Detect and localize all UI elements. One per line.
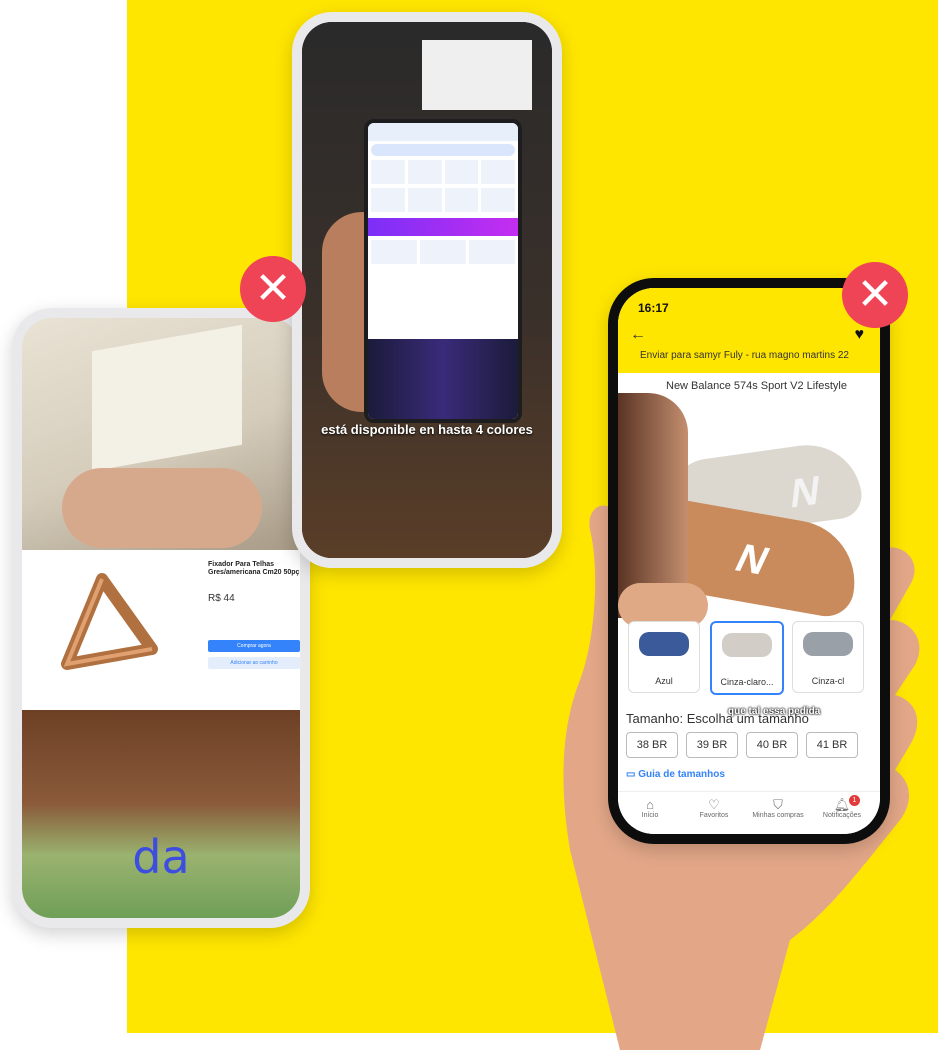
- bag-icon: ⛉: [773, 797, 783, 812]
- bottom-tab-bar: ⌂ Início ♡ Favoritos ⛉ Minhas compras 🔔︎ 1 No…: [618, 791, 880, 834]
- product-image: N N: [618, 393, 880, 628]
- variant-cinza[interactable]: Cinza-cl: [792, 621, 864, 693]
- phone-left-screen: Fixador Para Telhas Gres/americana Cm20 …: [22, 318, 300, 918]
- phone-middle: está disponible en hasta 4 colores: [292, 12, 562, 568]
- inner-phone-store-screen: [364, 119, 522, 423]
- notification-count-badge: 1: [849, 795, 860, 806]
- phone-left: Fixador Para Telhas Gres/americana Cm20 …: [12, 308, 310, 928]
- video-frame-bottom: da: [22, 710, 300, 918]
- tab-notifications[interactable]: 🔔︎ 1 Notificações: [810, 795, 874, 819]
- tab-home[interactable]: ⌂ Início: [618, 797, 682, 820]
- back-arrow-icon[interactable]: ←: [630, 326, 646, 344]
- phone-right: 16:17 ← ♥ Enviar para samyr Fuly - rua m…: [608, 278, 890, 844]
- status-time: 16:17: [638, 301, 669, 315]
- home-icon: ⌂: [646, 797, 654, 812]
- video-caption-middle: está disponible en hasta 4 colores: [321, 422, 533, 437]
- phone-middle-screen: está disponible en hasta 4 colores: [302, 22, 552, 558]
- bell-icon: 🔔︎: [833, 797, 851, 812]
- video-frame-top: [22, 318, 300, 550]
- phone-right-screen: 16:17 ← ♥ Enviar para samyr Fuly - rua m…: [618, 288, 880, 834]
- add-to-cart-button[interactable]: Adicionar ao carrinho: [208, 657, 300, 669]
- white-box: [422, 40, 532, 110]
- heart-outline-icon: ♡: [708, 797, 720, 812]
- size-guide-link[interactable]: ▭ Guia de tamanhos: [626, 769, 725, 780]
- tab-favorites[interactable]: ♡ Favoritos: [682, 797, 746, 820]
- roof-clip-image: [61, 573, 158, 670]
- close-icon: ✕: [842, 262, 908, 328]
- app-header: 16:17 ← ♥ Enviar para samyr Fuly - rua m…: [618, 288, 880, 373]
- tab-purchases[interactable]: ⛉ Minhas compras: [746, 797, 810, 820]
- size-39-button[interactable]: 39 BR: [686, 732, 738, 758]
- variant-cinza-claro[interactable]: Cinza-claro...: [710, 621, 784, 695]
- size-38-button[interactable]: 38 BR: [626, 732, 678, 758]
- close-icon: ✕: [240, 256, 306, 322]
- product-title: New Balance 574s Sport V2 Lifestyle: [666, 380, 847, 392]
- ruler-icon: ▭: [626, 769, 639, 780]
- shipping-address[interactable]: Enviar para samyr Fuly - rua magno marti…: [640, 350, 849, 361]
- size-41-button[interactable]: 41 BR: [806, 732, 858, 758]
- buy-now-button[interactable]: Comprar agora: [208, 640, 300, 652]
- listing-price: R$ 44: [208, 593, 235, 604]
- size-40-button[interactable]: 40 BR: [746, 732, 798, 758]
- heart-icon[interactable]: ♥: [855, 326, 865, 344]
- video-caption-left: da: [132, 830, 190, 884]
- size-options: 38 BR 39 BR 40 BR 41 BR: [626, 732, 880, 758]
- color-variants: Azul Cinza-claro... Cinza-cl: [628, 621, 880, 701]
- variant-azul[interactable]: Azul: [628, 621, 700, 693]
- product-listing: Fixador Para Telhas Gres/americana Cm20 …: [22, 550, 300, 710]
- listing-title: Fixador Para Telhas Gres/americana Cm20 …: [208, 561, 300, 576]
- video-caption-right: que tal essa pedida: [728, 706, 821, 717]
